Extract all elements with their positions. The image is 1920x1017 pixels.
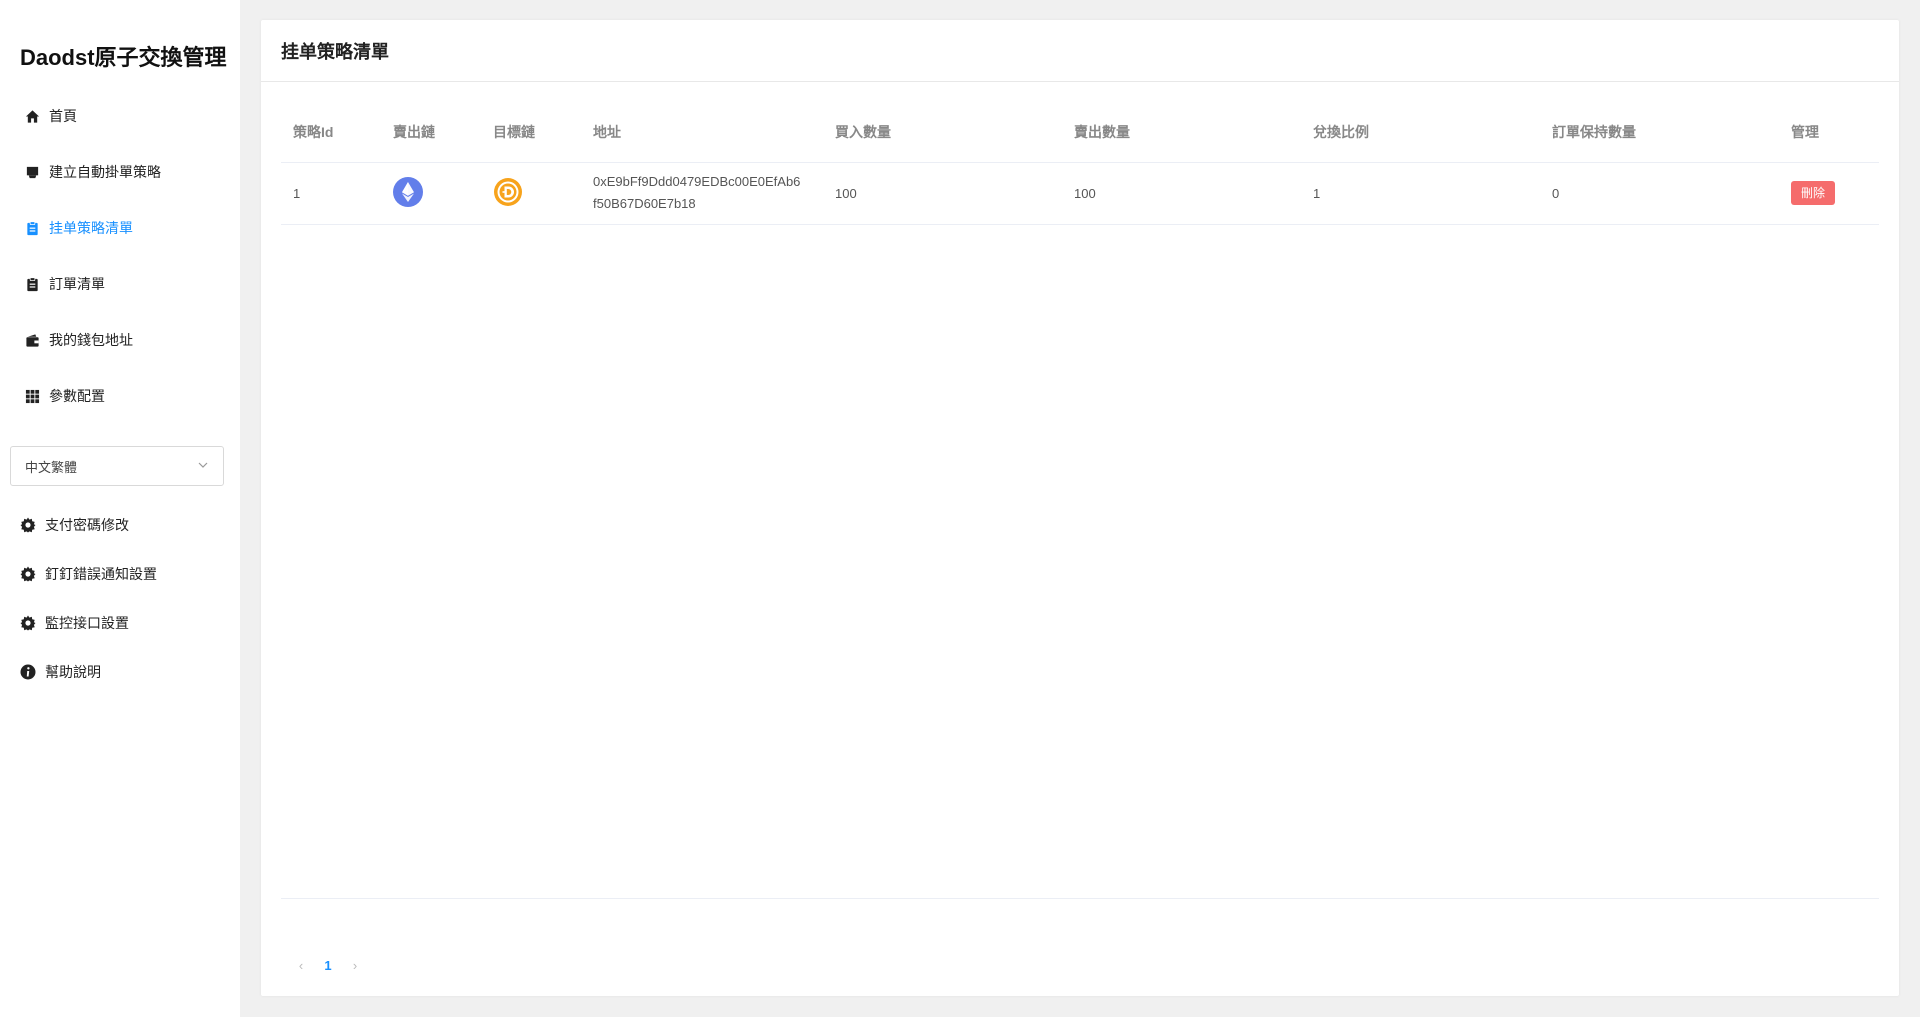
sidebar-item-label: 挂单策略清單 bbox=[49, 220, 133, 236]
column-header: 管理 bbox=[1779, 102, 1879, 163]
settings-item-monitor-api[interactable]: 監控接口設置 bbox=[0, 603, 240, 643]
sidebar: Daodst原子交換管理 首頁 建立自動掛單策略 挂单策略清單 訂單清單 我的錢… bbox=[0, 0, 240, 1017]
app-title: Daodst原子交換管理 bbox=[20, 45, 227, 70]
gear-icon bbox=[20, 615, 36, 631]
language-select[interactable]: 中文繁體 bbox=[10, 446, 224, 486]
column-header: 兌換比例 bbox=[1301, 102, 1540, 163]
cell-ratio: 1 bbox=[1301, 162, 1540, 225]
home-icon bbox=[24, 108, 40, 124]
page-title: 挂单策略清單 bbox=[261, 20, 1899, 82]
column-header: 賣出數量 bbox=[1062, 102, 1301, 163]
settings-item-payment-password[interactable]: 支付密碼修改 bbox=[0, 505, 240, 545]
cell-sell-chain bbox=[381, 162, 481, 225]
sidebar-item-params[interactable]: 參數配置 bbox=[0, 376, 240, 416]
column-header: 策略Id bbox=[281, 102, 381, 163]
clipboard-icon bbox=[24, 220, 40, 236]
column-header: 買入數量 bbox=[823, 102, 1062, 163]
settings-item-label: 幫助說明 bbox=[45, 664, 101, 680]
column-header: 訂單保持數量 bbox=[1540, 102, 1779, 163]
pagination: ‹ 1 › bbox=[291, 953, 365, 977]
prev-page-button[interactable]: ‹ bbox=[291, 958, 311, 973]
chevron-down-icon bbox=[197, 459, 209, 474]
sidebar-item-home[interactable]: 首頁 bbox=[0, 96, 240, 136]
cell-strategy-id: 1 bbox=[281, 162, 381, 225]
sidebar-item-wallet[interactable]: 我的錢包地址 bbox=[0, 320, 240, 360]
cell-target-chain bbox=[481, 162, 581, 225]
settings-item-dingtalk-notify[interactable]: 釘釘錯誤通知設置 bbox=[0, 554, 240, 594]
info-icon bbox=[20, 664, 36, 680]
ethereum-icon bbox=[393, 176, 423, 207]
wallet-icon bbox=[24, 332, 40, 348]
cell-buy-amount: 100 bbox=[823, 162, 1062, 225]
sidebar-item-order-list[interactable]: 訂單清單 bbox=[0, 264, 240, 304]
dst-coin-icon bbox=[493, 177, 523, 207]
app-root: Daodst原子交換管理 首頁 建立自動掛單策略 挂单策略清單 訂單清單 我的錢… bbox=[0, 0, 1920, 1017]
column-header: 賣出鏈 bbox=[381, 102, 481, 163]
sidebar-item-label: 參數配置 bbox=[49, 388, 105, 404]
gear-icon bbox=[20, 517, 36, 533]
settings-item-label: 釘釘錯誤通知設置 bbox=[45, 566, 157, 582]
settings-item-help[interactable]: 幫助說明 bbox=[0, 652, 240, 692]
strategy-table: 策略Id 賣出鏈 目標鏈 地址 買入數量 賣出數量 兌換比例 訂單保持數量 管理… bbox=[281, 102, 1879, 225]
cell-address: 0xE9bFf9Ddd0479EDBc00E0EfAb6f50B67D60E7b… bbox=[581, 162, 823, 225]
divider bbox=[281, 898, 1879, 899]
table-header-row: 策略Id 賣出鏈 目標鏈 地址 買入數量 賣出數量 兌換比例 訂單保持數量 管理 bbox=[281, 102, 1879, 163]
delete-button[interactable]: 刪除 bbox=[1791, 181, 1836, 205]
sidebar-item-create-strategy[interactable]: 建立自動掛單策略 bbox=[0, 152, 240, 192]
settings-item-label: 監控接口設置 bbox=[45, 615, 129, 631]
sidebar-item-label: 訂單清單 bbox=[49, 276, 105, 292]
main-card: 挂单策略清單 策略Id 賣出鏈 目標鏈 地址 買入數量 賣出數量 兌換比例 訂單… bbox=[261, 20, 1899, 996]
settings-item-label: 支付密碼修改 bbox=[45, 517, 129, 533]
sidebar-item-strategy-list[interactable]: 挂单策略清單 bbox=[0, 208, 240, 248]
column-header: 地址 bbox=[581, 102, 823, 163]
gear-icon bbox=[20, 566, 36, 582]
cell-keep-count: 0 bbox=[1540, 162, 1779, 225]
inbox-icon bbox=[24, 164, 40, 180]
sidebar-item-label: 建立自動掛單策略 bbox=[49, 164, 161, 180]
cell-actions: 刪除 bbox=[1779, 162, 1879, 225]
clipboard-list-icon bbox=[24, 276, 40, 292]
page-number-button[interactable]: 1 bbox=[311, 958, 345, 973]
language-select-value: 中文繁體 bbox=[25, 459, 78, 475]
cell-sell-amount: 100 bbox=[1062, 162, 1301, 225]
next-page-button[interactable]: › bbox=[345, 958, 365, 973]
sidebar-item-label: 首頁 bbox=[49, 108, 77, 124]
column-header: 目標鏈 bbox=[481, 102, 581, 163]
table-row: 1 0xE9bFf9Ddd0479EDBc00E0EfAb6f50B67D60E… bbox=[281, 162, 1879, 225]
grid-icon bbox=[24, 388, 40, 404]
sidebar-item-label: 我的錢包地址 bbox=[49, 332, 133, 348]
